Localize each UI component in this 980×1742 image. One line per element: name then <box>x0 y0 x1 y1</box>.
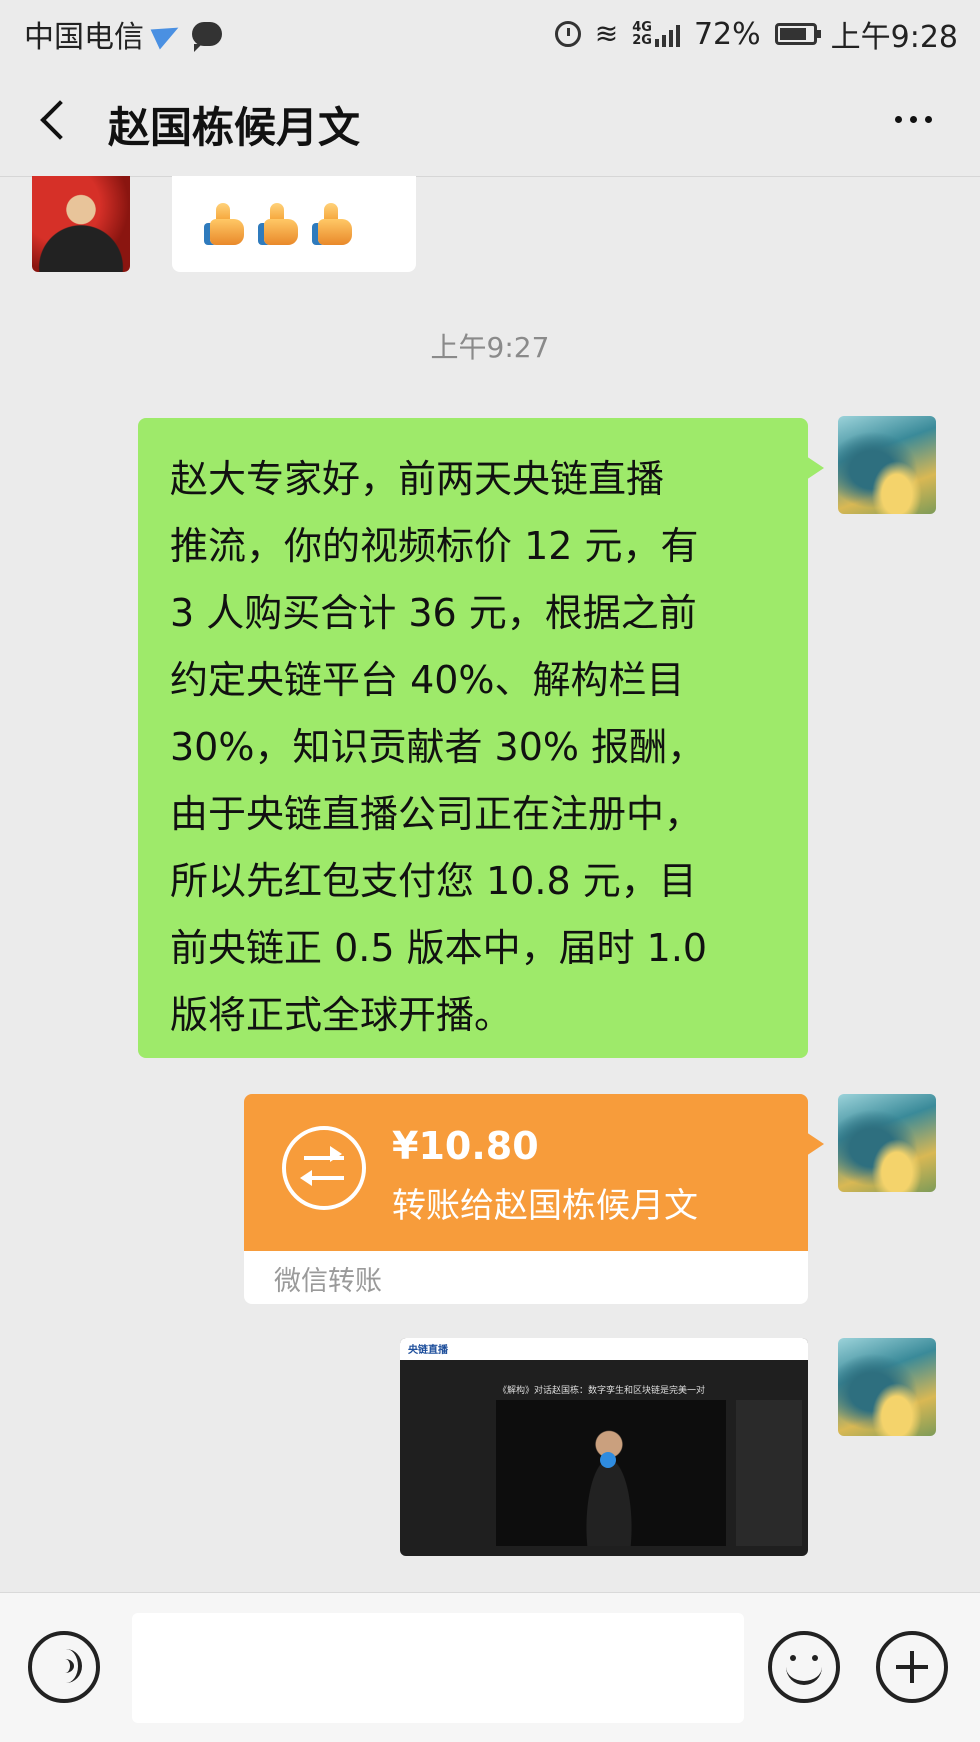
carrier-name: 中国电信 <box>24 20 144 55</box>
image-video-player <box>496 1400 726 1546</box>
thumbs-up-emojis <box>172 176 416 272</box>
transfer-description: 转账给赵国栋候月文 <box>392 1186 698 1226</box>
message-line: 由于央链直播公司正在注册中， <box>170 792 703 836</box>
play-icon <box>600 1452 616 1468</box>
status-left: 中国电信 <box>0 12 222 56</box>
thumbs-up-icon <box>202 201 250 247</box>
transfer-card[interactable]: ¥10.80 转账给赵国栋候月文 微信转账 <box>244 1094 824 1304</box>
transfer-label: 微信转账 <box>274 1266 382 1297</box>
status-time: 上午9:28 <box>830 20 958 55</box>
message-icon <box>192 22 222 52</box>
signal-icon: 4G 2G <box>632 21 680 47</box>
shared-image-message[interactable]: 央链直播 《解构》对话赵国栋：数字孪生和区块链是完美一对 <box>400 1338 808 1556</box>
transfer-card-footer: 微信转账 <box>244 1251 808 1304</box>
speaker-figure <box>574 1422 644 1546</box>
site-logo: 央链直播 <box>408 1345 448 1356</box>
chat-title: 赵国栋候月文 <box>108 103 361 152</box>
alarm-icon <box>554 21 581 47</box>
wifi-icon: ≋ <box>594 17 619 50</box>
message-timestamp: 上午9:27 <box>430 331 550 364</box>
message-line: 所以先红包支付您 10.8 元，目 <box>170 859 697 903</box>
input-bar <box>0 1592 980 1742</box>
thumbs-up-icon <box>256 201 304 247</box>
incoming-message-bubble[interactable] <box>172 176 416 272</box>
thumbs-up-icon <box>310 201 358 247</box>
message-line: 3 人购买合计 36 元，根据之前 <box>170 591 697 635</box>
chat-screen: 中国电信 ≋ 4G 2G 72% 上午9:28 赵国栋候月文 上午9:27 赵大… <box>0 0 980 1742</box>
message-line: 版将正式全球开播。 <box>170 993 513 1037</box>
chat-header: 赵国栋候月文 <box>0 68 980 177</box>
battery-icon <box>774 23 821 45</box>
my-avatar[interactable] <box>838 416 936 514</box>
plus-icon[interactable] <box>876 1631 948 1703</box>
paper-plane-icon <box>152 21 184 47</box>
image-sidebar-panel <box>736 1400 802 1546</box>
contact-avatar[interactable] <box>32 176 130 272</box>
status-bar: 中国电信 ≋ 4G 2G 72% 上午9:28 <box>0 0 980 68</box>
transfer-card-top: ¥10.80 转账给赵国栋候月文 <box>244 1094 824 1251</box>
transfer-amount: ¥10.80 <box>392 1124 539 1168</box>
outgoing-text-bubble[interactable]: 赵大专家好，前两天央链直播 推流，你的视频标价 12 元，有 3 人购买合计 3… <box>138 418 824 1058</box>
message-line: 约定央链平台 40%、解构栏目 <box>170 658 685 702</box>
emoji-icon[interactable] <box>768 1631 840 1703</box>
message-line: 赵大专家好，前两天央链直播 <box>170 457 665 501</box>
status-right: ≋ 4G 2G 72% 上午9:28 <box>554 12 980 56</box>
transfer-arrows-icon <box>282 1126 366 1210</box>
more-icon[interactable] <box>895 116 932 123</box>
message-line: 推流，你的视频标价 12 元，有 <box>170 524 699 568</box>
my-avatar[interactable] <box>838 1094 936 1192</box>
voice-input-icon[interactable] <box>28 1631 100 1703</box>
message-input[interactable] <box>132 1613 744 1723</box>
back-icon[interactable] <box>36 102 66 144</box>
message-line: 前央链正 0.5 版本中，届时 1.0 <box>170 926 708 970</box>
image-video-title: 《解构》对话赵国栋：数字孪生和区块链是完美一对 <box>498 1386 706 1396</box>
image-site-header: 央链直播 <box>400 1338 808 1360</box>
battery-percent: 72% <box>693 16 761 52</box>
message-line: 30%，知识贡献者 30% 报酬， <box>170 725 706 769</box>
my-avatar[interactable] <box>838 1338 936 1436</box>
